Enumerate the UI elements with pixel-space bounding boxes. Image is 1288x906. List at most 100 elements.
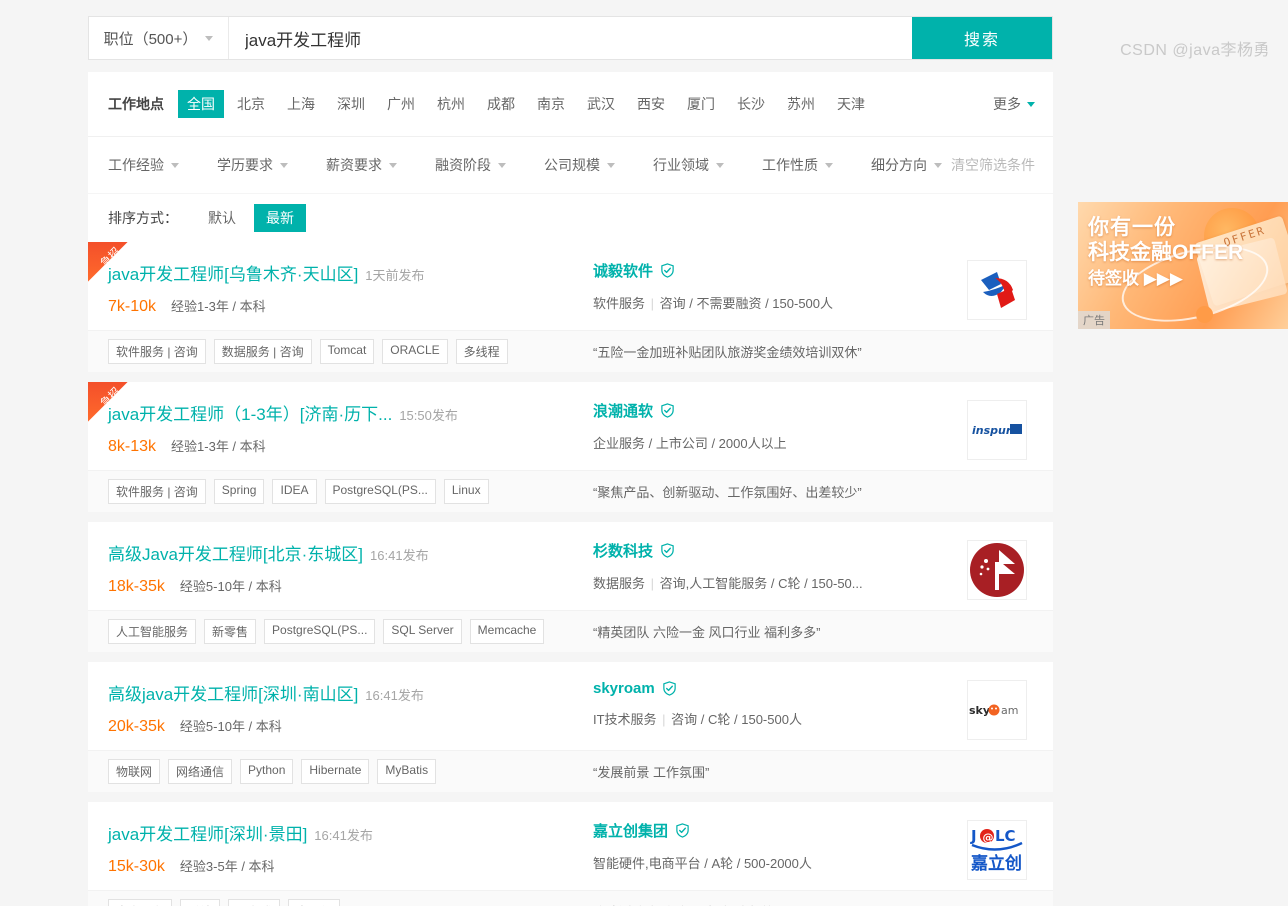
job-tag-3[interactable]: Hibernate (301, 759, 370, 784)
city-filter-0[interactable]: 全国 (178, 90, 224, 118)
job-tag-0[interactable]: 物联网 (108, 759, 161, 784)
city-filter-5[interactable]: 杭州 (428, 90, 474, 118)
filter-dropdown-label: 公司规模 (544, 157, 600, 173)
job-tag-0[interactable]: 软件服务 | 咨询 (108, 339, 206, 364)
job-tag-1[interactable]: 后端 (180, 899, 221, 906)
city-filter-1[interactable]: 北京 (228, 90, 274, 118)
city-filter-13[interactable]: 天津 (828, 90, 874, 118)
job-salary: 15k-30k (108, 858, 165, 875)
category-select[interactable]: 职位（500+） (89, 17, 229, 59)
job-tag-4[interactable]: MyBatis (377, 759, 437, 784)
job-tag-1[interactable]: 新零售 (204, 619, 257, 644)
job-requirement: 经验5-10年 / 本科 (179, 719, 282, 734)
job-tag-3[interactable]: ORACLE (382, 339, 448, 364)
city-filter-11[interactable]: 长沙 (728, 90, 774, 118)
city-filter-4[interactable]: 广州 (378, 90, 424, 118)
city-filter-3[interactable]: 深圳 (328, 90, 374, 118)
job-tag-2[interactable]: Python (240, 759, 294, 784)
job-tag-2[interactable]: IDEA (272, 479, 317, 504)
city-filter-7[interactable]: 南京 (528, 90, 574, 118)
company-name-link[interactable]: 诚毅软件 (593, 260, 653, 281)
filter-dropdown-7[interactable]: 细分方向 (871, 155, 942, 175)
job-tag-1[interactable]: 数据服务 | 咨询 (213, 339, 312, 364)
job-tag-3[interactable]: PostgreSQL(PS... (324, 479, 436, 504)
job-tag-0[interactable]: 电商平台 (108, 899, 173, 906)
company-name-link[interactable]: 杉数科技 (593, 540, 653, 561)
chevron-down-icon (205, 35, 214, 41)
job-post-time: 15:50发布 (399, 408, 458, 423)
job-tag-2[interactable]: 分布式 (228, 899, 281, 906)
chevron-down-icon (716, 162, 724, 168)
job-title-link[interactable]: java开发工程师（1-3年）[济南·历下... (108, 400, 392, 425)
job-tag-4[interactable]: 多线程 (455, 339, 508, 364)
job-title-line: java开发工程师[乌鲁木齐·天山区] 1天前发布 (108, 260, 588, 285)
chevron-down-icon (607, 162, 615, 168)
job-card[interactable]: 高级Java开发工程师[北京·东城区] 16:41发布 18k-35k 经验5-… (88, 522, 1053, 662)
chevron-down-icon (498, 162, 506, 168)
job-tag-3[interactable]: SQL Server (383, 619, 462, 644)
verified-shield-icon (675, 823, 690, 838)
job-tag-list: 电商平台后端分布式中间件 (108, 899, 588, 906)
more-filters-label: 更多 (993, 96, 1021, 112)
filter-dropdown-2[interactable]: 薪资要求 (326, 155, 397, 175)
job-tag-3[interactable]: 中间件 (288, 899, 341, 906)
job-post-time: 1天前发布 (365, 268, 425, 283)
job-tag-2[interactable]: PostgreSQL(PS... (264, 619, 376, 644)
job-tag-4[interactable]: Linux (443, 479, 489, 504)
job-post-time: 16:41发布 (365, 688, 424, 703)
job-title-line: 高级Java开发工程师[北京·东城区] 16:41发布 (108, 540, 588, 565)
job-tag-0[interactable]: 人工智能服务 (108, 619, 197, 644)
job-meta-line: 18k-35k 经验5-10年 / 本科 (108, 576, 588, 596)
company-name-line: 浪潮通软 (593, 400, 957, 421)
company-logo: J @ LC 嘉立创 (967, 820, 1027, 880)
filter-dropdown-3[interactable]: 融资阶段 (435, 155, 506, 175)
city-filter-2[interactable]: 上海 (278, 90, 324, 118)
more-filters-button[interactable]: 更多 (993, 94, 1035, 114)
job-tag-0[interactable]: 软件服务 | 咨询 (108, 479, 206, 504)
company-name-link[interactable]: skyroam (593, 680, 655, 697)
city-filter-8[interactable]: 武汉 (578, 90, 624, 118)
city-filter-12[interactable]: 苏州 (778, 90, 824, 118)
job-perks: “发展前景 工作氛围” (593, 765, 710, 780)
job-title-link[interactable]: java开发工程师[深圳·景田] (108, 820, 307, 845)
job-tag-2[interactable]: Tomcat (319, 339, 375, 364)
job-card[interactable]: java开发工程师[深圳·景田] 16:41发布 15k-30k 经验3-5年 … (88, 802, 1053, 906)
sort-option-0[interactable]: 默认 (196, 204, 248, 232)
chevron-down-icon (171, 162, 179, 168)
job-tag-4[interactable]: Memcache (469, 619, 545, 644)
job-tag-list: 物联网 网络通信 Python Hibernate MyBatis (108, 759, 588, 784)
clear-filters-button[interactable]: 清空筛选条件 (951, 155, 1035, 175)
ad-line-2: 科技金融OFFER (1088, 240, 1244, 264)
search-input[interactable] (229, 17, 912, 59)
filter-dropdown-1[interactable]: 学历要求 (217, 155, 288, 175)
filter-dropdown-5[interactable]: 行业领域 (653, 155, 724, 175)
sort-option-1[interactable]: 最新 (254, 204, 306, 232)
filter-dropdown-4[interactable]: 公司规模 (544, 155, 615, 175)
job-tag-list: 人工智能服务 新零售 PostgreSQL(PS... SQL Server Memca… (108, 619, 588, 644)
svg-text:嘉立创: 嘉立创 (970, 853, 1022, 874)
filter-dropdown-label: 薪资要求 (326, 157, 382, 173)
ad-banner[interactable]: OFFER 你有一份 科技金融OFFER 待签收 ▶▶▶ 广告 (1078, 202, 1288, 329)
city-filter-9[interactable]: 西安 (628, 90, 674, 118)
search-button[interactable]: 搜索 (912, 17, 1052, 59)
job-card[interactable]: 高级java开发工程师[深圳·南山区] 16:41发布 20k-35k 经验5-… (88, 662, 1053, 802)
separator: | (658, 712, 670, 727)
job-card[interactable]: 急招 java开发工程师（1-3年）[济南·历下... 15:50发布 8k-1… (88, 382, 1053, 522)
job-primary-info: 高级java开发工程师[深圳·南山区] 16:41发布 20k-35k 经验5-… (108, 680, 588, 740)
city-filter-10[interactable]: 厦门 (678, 90, 724, 118)
filter-dropdown-0[interactable]: 工作经验 (108, 155, 179, 175)
job-tag-1[interactable]: 网络通信 (168, 759, 233, 784)
job-requirement: 经验1-3年 / 本科 (171, 299, 266, 314)
filter-dropdown-label: 学历要求 (217, 157, 273, 173)
job-title-link[interactable]: 高级Java开发工程师[北京·东城区] (108, 540, 363, 565)
company-industry: 数据服务 (593, 576, 646, 591)
svg-text:inspur: inspur (972, 424, 1012, 437)
company-name-link[interactable]: 嘉立创集团 (593, 820, 668, 841)
job-tag-1[interactable]: Spring (213, 479, 265, 504)
company-name-link[interactable]: 浪潮通软 (593, 400, 653, 421)
filter-dropdown-6[interactable]: 工作性质 (762, 155, 833, 175)
job-card[interactable]: 急招 java开发工程师[乌鲁木齐·天山区] 1天前发布 7k-10k 经验1-… (88, 242, 1053, 382)
city-filter-6[interactable]: 成都 (478, 90, 524, 118)
job-title-link[interactable]: java开发工程师[乌鲁木齐·天山区] (108, 260, 358, 285)
job-title-link[interactable]: 高级java开发工程师[深圳·南山区] (108, 680, 358, 705)
